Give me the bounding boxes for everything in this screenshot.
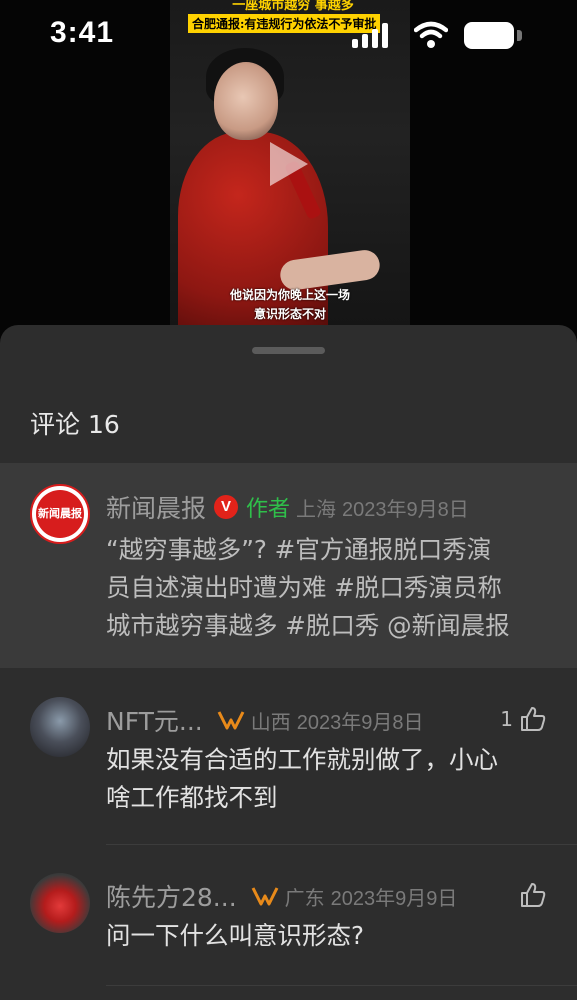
avatar[interactable]: 新闻晨报	[30, 484, 90, 544]
video-headline: 一座城市越穷 事越多	[232, 0, 354, 13]
like-icon	[521, 883, 546, 907]
performer-head	[214, 62, 278, 140]
battery-tip	[517, 30, 522, 41]
author-tag: 作者	[246, 497, 291, 522]
avatar-logo-text: 新闻晨报	[36, 490, 84, 538]
comment-item[interactable]: NFT元... 山西 2023年9月8日 1 如果没有合适的工作就别做了，小心 …	[0, 697, 577, 847]
comment-text-line2: 员自述演出时遭为难 #脱口秀演员称	[106, 573, 502, 602]
video-subtitle-line2: 意识形态不对	[253, 307, 326, 321]
comment-text-line1: “越穷事越多”? #官方通报脱口秀演	[106, 535, 492, 564]
date: 2023年9月8日	[342, 498, 469, 521]
status-time: 3:41	[50, 16, 115, 49]
comments-title: 评论 16	[30, 410, 120, 439]
avatar[interactable]	[30, 873, 90, 933]
comment-text-line3: 城市越穷事越多 #脱口秀 @新闻晨报	[106, 611, 510, 640]
comment-meta: 陈先方28... 广东 2023年9月9日	[106, 880, 457, 912]
comment-sheet: 评论 16 新闻晨报 新闻晨报 V 作者 上海 2023年9月8日 “越穷事越多…	[0, 325, 577, 1000]
video-player[interactable]: 一座城市越穷 事越多 合肥通报:有违规行为依法不予审批 他说因为你晚上这一场 意…	[0, 0, 577, 340]
username[interactable]: 陈先方28...	[106, 878, 237, 914]
like-count: 1	[500, 707, 513, 731]
avatar[interactable]	[30, 697, 90, 757]
comment-text-line1: 问一下什么叫意识形态?	[106, 921, 365, 950]
wifi-icon	[414, 21, 448, 48]
comment-text-line1: 如果没有合适的工作就别做了，小心	[106, 745, 498, 774]
like-button[interactable]: 1	[500, 705, 547, 733]
drag-handle[interactable]	[252, 347, 325, 354]
fan-badge-icon	[217, 711, 245, 730]
username[interactable]: 新闻晨报	[106, 489, 206, 525]
like-icon	[521, 707, 546, 731]
author-post[interactable]: 新闻晨报 新闻晨报 V 作者 上海 2023年9月8日 “越穷事越多”? #官方…	[0, 463, 577, 668]
comment-meta: 新闻晨报 V 作者 上海 2023年9月8日	[106, 491, 469, 523]
location: 上海	[296, 496, 337, 521]
location: 山西	[250, 709, 291, 734]
divider	[106, 844, 577, 845]
comment-text-line2: 啥工作都找不到	[106, 783, 278, 812]
verified-icon: V	[214, 495, 239, 519]
divider	[106, 985, 577, 986]
location: 广东	[284, 885, 325, 910]
comment-meta: NFT元... 山西 2023年9月8日	[106, 704, 424, 736]
fan-badge-icon	[251, 887, 278, 906]
signal-icon	[352, 22, 394, 48]
play-icon[interactable]	[270, 142, 308, 186]
video-subtitle-line1: 他说因为你晚上这一场	[229, 288, 350, 302]
date: 2023年9月9日	[330, 887, 458, 910]
battery-icon	[464, 22, 514, 49]
comment-item[interactable]: 陈先方28... 广东 2023年9月9日 问一下什么叫意识形态?	[0, 873, 577, 973]
username[interactable]: NFT元...	[106, 702, 203, 738]
date: 2023年9月8日	[296, 711, 424, 734]
like-button[interactable]	[513, 881, 547, 909]
